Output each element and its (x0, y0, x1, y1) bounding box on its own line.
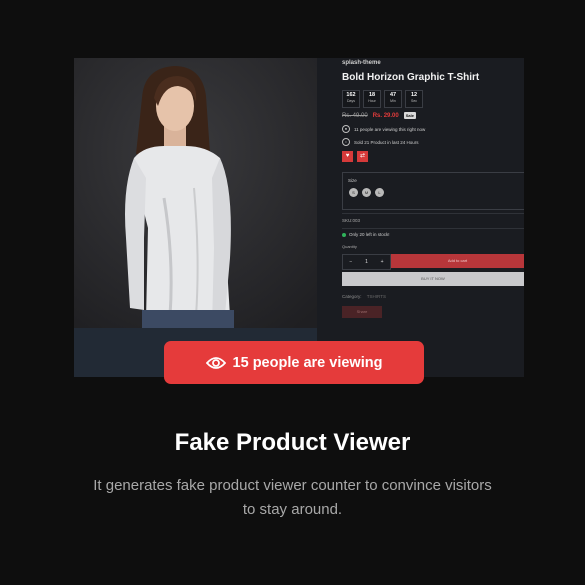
category-link[interactable]: TSHIRTS (367, 294, 386, 299)
sale-price: Rs. 29.00 (372, 112, 399, 119)
countdown-timer: 162 Days 18 Hour 47 Min 12 Sec (342, 90, 423, 108)
viewing-info-text: 11 people are viewing this right now (354, 126, 426, 132)
countdown-hours: 18 Hour (363, 90, 381, 108)
product-photo (74, 58, 317, 328)
countdown-hours-value: 18 (368, 92, 376, 98)
viewing-info: ● 11 people are viewing this right now (342, 125, 425, 133)
feature-description: It generates fake product viewer counter… (93, 477, 492, 518)
quantity-label: Quantity (342, 244, 357, 249)
eye-small-icon: ● (342, 125, 350, 133)
stock-status: Only 20 left in stock! (342, 232, 390, 237)
product-brand: splash-theme (342, 60, 381, 66)
sold-info: • Sold 21 Product in last 24 Hours (342, 138, 419, 146)
eye-icon (205, 356, 226, 370)
model-illustration (74, 58, 317, 328)
price-row: Rs. 49.00 Rs. 29.00 Sale (342, 112, 416, 119)
countdown-minutes: 47 Min (384, 90, 402, 108)
countdown-seconds-label: Sec (410, 99, 418, 103)
size-selector: Size S M L (342, 172, 524, 210)
product-detail-panel: splash-theme Bold Horizon Graphic T-Shir… (317, 58, 524, 377)
quantity-value[interactable]: 1 (365, 259, 368, 265)
countdown-days: 162 Days (342, 90, 360, 108)
buy-now-button[interactable]: BUY IT NOW (342, 272, 524, 286)
compare-icon: ⇄ (359, 153, 366, 159)
wishlist-button[interactable]: ♥ (342, 151, 353, 162)
stock-text: Only 20 left in stock! (349, 232, 390, 237)
countdown-hours-label: Hour (368, 99, 376, 103)
size-label: Size (348, 178, 357, 183)
countdown-minutes-value: 47 (389, 92, 397, 98)
sold-info-text: Sold 21 Product in last 24 Hours (354, 139, 419, 145)
countdown-seconds: 12 Sec (405, 90, 423, 108)
add-to-cart-button[interactable]: Add to cart (391, 254, 524, 268)
share-button[interactable]: Share (342, 306, 382, 318)
heart-icon: ♥ (345, 153, 350, 159)
category-label: Category: (342, 294, 362, 299)
product-title: Bold Horizon Graphic T-Shirt (342, 72, 480, 83)
countdown-seconds-value: 12 (410, 92, 418, 98)
size-option-l[interactable]: L (375, 188, 384, 197)
countdown-days-label: Days (347, 99, 355, 103)
sku-text: SKU:003 (342, 218, 361, 223)
quantity-decrease-button[interactable]: − (349, 259, 352, 265)
sale-badge: Sale (403, 112, 416, 119)
product-preview-card: splash-theme Bold Horizon Graphic T-Shir… (74, 58, 524, 377)
divider (342, 228, 524, 229)
clock-icon: • (342, 138, 350, 146)
in-stock-dot-icon (342, 232, 346, 237)
old-price: Rs. 49.00 (342, 112, 368, 119)
quantity-increase-button[interactable]: + (381, 259, 384, 265)
divider (342, 213, 524, 214)
compare-button[interactable]: ⇄ (357, 151, 368, 162)
viewer-counter-text: 15 people are viewing (232, 354, 383, 371)
quantity-stepper: − 1 + (342, 254, 391, 270)
countdown-minutes-label: Min (390, 99, 396, 103)
feature-title: Fake Product Viewer (174, 429, 411, 456)
category-row: Category: TSHIRTS (342, 294, 386, 299)
size-option-s[interactable]: S (349, 188, 358, 197)
size-option-m[interactable]: M (362, 188, 371, 197)
viewer-counter-pill: 15 people are viewing (164, 341, 424, 384)
countdown-days-value: 162 (346, 92, 356, 98)
